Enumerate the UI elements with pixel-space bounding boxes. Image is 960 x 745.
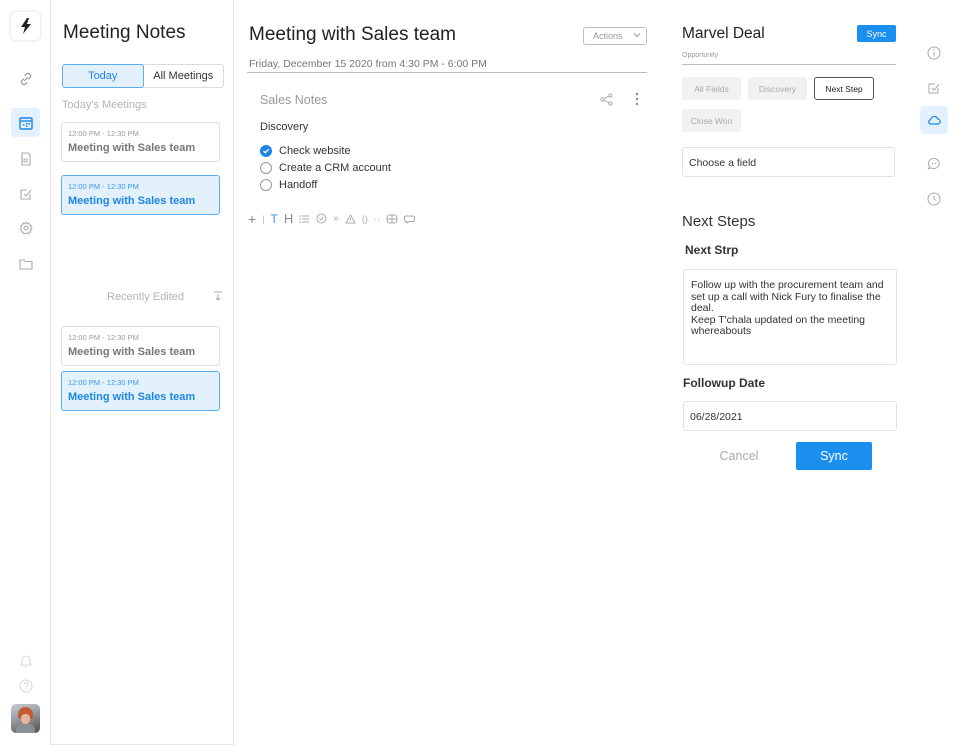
unchecked-circle-icon[interactable] — [260, 162, 272, 174]
rail-calendar[interactable] — [11, 108, 40, 137]
rail-tasks[interactable] — [11, 179, 40, 208]
folder-icon — [18, 258, 33, 270]
meeting-date: Friday, December 15 2020 from 4:30 PM - … — [249, 58, 487, 70]
share-icon[interactable] — [600, 93, 613, 106]
chat-icon — [927, 157, 940, 171]
text-icon[interactable]: T — [271, 212, 278, 226]
deal-type: Opportunity — [682, 52, 719, 59]
meeting-heading: Meeting with Sales team — [249, 24, 456, 45]
rail-folders[interactable] — [11, 249, 40, 278]
meeting-title: Meeting with Sales team — [68, 142, 196, 154]
divider — [247, 72, 647, 73]
meetings-filter-tabs: Today All Meetings — [62, 64, 224, 88]
chevron-down-icon — [633, 33, 641, 38]
actions-label: Actions — [593, 31, 623, 41]
meeting-card-selected[interactable]: 12:00 PM - 12:30 PM Meeting with Sales t… — [61, 175, 220, 215]
todays-meetings-label: Today's Meetings — [62, 99, 147, 111]
rail-comments[interactable] — [920, 150, 948, 178]
help-icon — [18, 678, 33, 693]
separator-icon: | — [262, 213, 265, 224]
next-steps-heading: Next Steps — [682, 213, 756, 230]
lightning-icon — [20, 18, 31, 34]
meeting-title: Meeting with Sales team — [68, 391, 196, 403]
recently-edited-label: Recently Edited — [107, 291, 185, 303]
todo-label: Handoff — [279, 179, 318, 191]
stage-close-won[interactable]: Close Won — [682, 109, 741, 132]
meeting-card[interactable]: 12:00 PM - 12:30 PM Meeting with Sales t… — [61, 122, 220, 162]
stage-next-step[interactable]: Next Step — [814, 77, 874, 100]
add-block-icon[interactable]: + — [248, 211, 256, 227]
meeting-title: Meeting with Sales team — [68, 195, 196, 207]
meeting-time: 12:00 PM - 12:30 PM — [68, 182, 139, 191]
warning-icon[interactable] — [344, 212, 356, 225]
rail-documents[interactable] — [11, 144, 40, 173]
todo-item[interactable]: Handoff — [260, 179, 317, 191]
left-rail — [0, 0, 51, 745]
sync-button[interactable]: Sync — [796, 442, 872, 470]
link-icon — [20, 72, 31, 85]
next-step-label: Next Strp — [685, 243, 739, 257]
panel-title: Meeting Notes — [63, 22, 186, 43]
stage-discovery[interactable]: Discovery — [748, 77, 807, 100]
meeting-card[interactable]: 12:00 PM - 12:30 PM Meeting with Sales t… — [61, 326, 220, 366]
bell-icon — [19, 654, 32, 667]
rail-info[interactable] — [920, 39, 948, 67]
sync-header-button[interactable]: Sync — [857, 25, 896, 42]
document-icon — [20, 151, 31, 166]
section-heading: Discovery — [260, 121, 309, 133]
checked-circle-icon[interactable] — [260, 145, 272, 157]
app-logo[interactable] — [10, 11, 41, 41]
next-step-textarea[interactable]: Follow up with the procurement team and … — [683, 269, 897, 365]
checkbox-icon — [19, 188, 31, 200]
tab-all-meetings[interactable]: All Meetings — [144, 65, 224, 87]
table-icon[interactable] — [386, 212, 398, 225]
checkbox-icon — [928, 83, 940, 94]
rail-links[interactable] — [11, 64, 40, 93]
code-icon[interactable]: () — [362, 212, 368, 225]
cancel-button[interactable]: Cancel — [708, 442, 770, 470]
rail-settings[interactable] — [11, 213, 40, 242]
field-select[interactable]: Choose a field — [682, 147, 895, 177]
rail-help[interactable] — [11, 671, 40, 700]
tab-today[interactable]: Today — [62, 64, 144, 88]
avatar[interactable] — [11, 704, 40, 733]
checklist-icon[interactable] — [316, 212, 327, 225]
list-icon[interactable] — [299, 212, 310, 225]
sort-icon[interactable] — [213, 291, 223, 301]
clock-icon — [927, 192, 941, 206]
followup-date-label: Followup Date — [683, 376, 765, 390]
rail-tasks[interactable] — [920, 74, 948, 102]
meeting-title: Meeting with Sales team — [68, 346, 196, 358]
gear-icon — [18, 220, 33, 235]
actions-dropdown[interactable]: Actions — [583, 27, 647, 45]
todo-item[interactable]: Check website — [260, 145, 351, 157]
meeting-editor: Meeting with Sales team Actions Friday, … — [234, 0, 664, 745]
meeting-time: 12:00 PM - 12:30 PM — [68, 378, 139, 387]
divider — [682, 64, 896, 65]
followup-date-input[interactable]: 06/28/2021 — [683, 401, 897, 431]
calendar-icon — [18, 116, 33, 130]
todo-label: Create a CRM account — [279, 162, 391, 174]
quote-icon[interactable]: » — [333, 212, 339, 225]
todo-label: Check website — [279, 145, 351, 157]
meeting-card-selected[interactable]: 12:00 PM - 12:30 PM Meeting with Sales t… — [61, 371, 220, 411]
meeting-notes-panel: Meeting Notes Today All Meetings Today's… — [51, 0, 234, 745]
comment-icon[interactable] — [403, 212, 415, 225]
meeting-time: 12:00 PM - 12:30 PM — [68, 333, 139, 342]
editor-toolbar: + | T H » () ·· — [248, 211, 415, 227]
cloud-icon — [928, 115, 941, 125]
rail-history[interactable] — [920, 185, 948, 213]
heading-icon[interactable]: H — [284, 211, 293, 226]
more-vertical-icon[interactable] — [632, 92, 642, 106]
todo-item[interactable]: Create a CRM account — [260, 162, 391, 174]
unchecked-circle-icon[interactable] — [260, 179, 272, 191]
meeting-time: 12:00 PM - 12:30 PM — [68, 129, 139, 138]
stage-all-fields[interactable]: All Fields — [682, 77, 741, 100]
rail-crm-sync[interactable] — [920, 106, 948, 134]
notes-title[interactable]: Sales Notes — [260, 93, 327, 107]
divider-icon[interactable]: ·· — [374, 212, 380, 225]
info-icon — [927, 46, 941, 60]
deal-title: Marvel Deal — [682, 25, 765, 42]
